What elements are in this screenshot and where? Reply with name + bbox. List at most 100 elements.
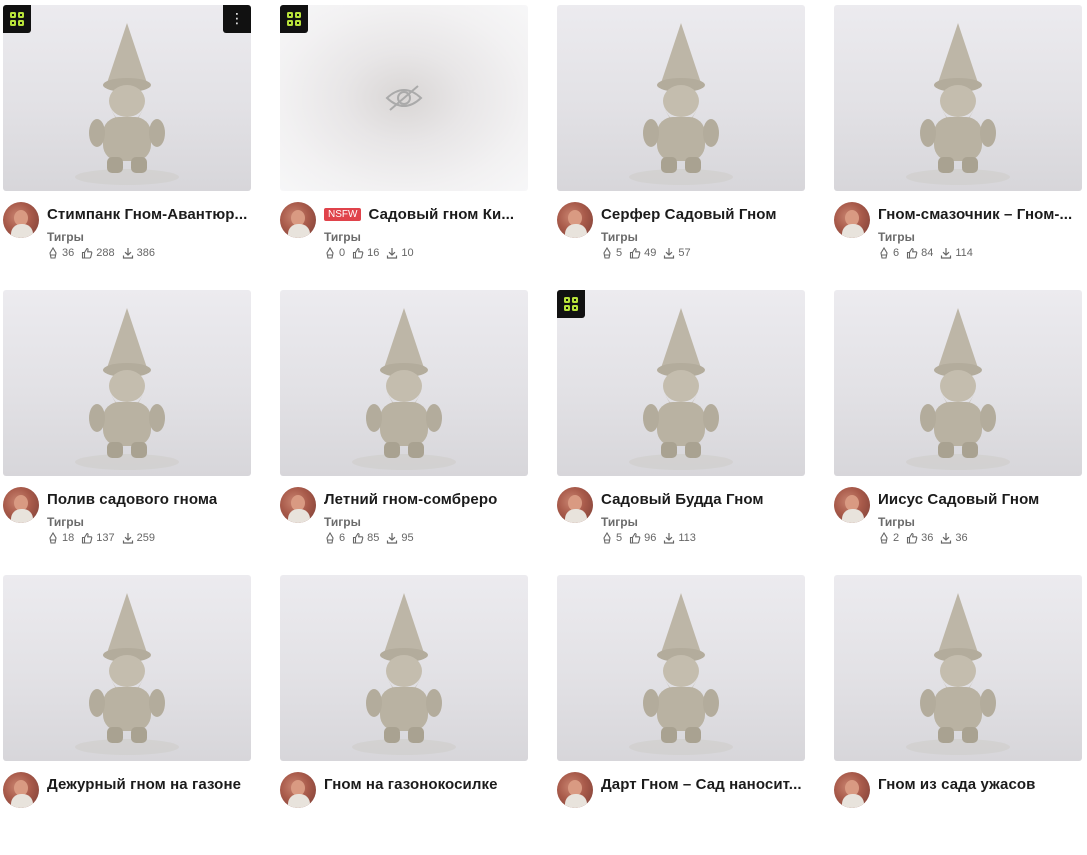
likes-stat[interactable]: 36 — [906, 532, 933, 544]
avatar[interactable] — [280, 202, 316, 238]
downloads-stat: 36 — [940, 532, 968, 544]
author-name[interactable]: Тигры — [47, 230, 84, 244]
model-title[interactable]: Иисус Садовый Гном — [878, 491, 1039, 508]
makes-count: 0 — [339, 247, 346, 259]
printable-badge-icon — [280, 5, 308, 33]
downloads-stat: 386 — [122, 247, 155, 259]
author-name[interactable]: Тигры — [324, 515, 361, 529]
avatar[interactable] — [3, 487, 39, 523]
model-thumbnail[interactable] — [834, 5, 1082, 191]
avatar[interactable] — [557, 772, 593, 808]
likes-count: 85 — [367, 532, 380, 544]
like-icon — [906, 247, 918, 259]
title-row[interactable]: Гном-смазочник – Гном-... — [878, 204, 1082, 224]
title-row[interactable]: Садовый Будда Гном — [601, 489, 805, 509]
avatar[interactable] — [3, 202, 39, 238]
makes-stat: 5 — [601, 247, 622, 259]
model-title[interactable]: Гном-смазочник – Гном-... — [878, 206, 1072, 223]
model-card[interactable]: Летний гном-сомбреро Тигры 6 85 95 — [280, 290, 528, 570]
model-card[interactable]: Полив садового гнома Тигры 18 137 259 — [3, 290, 251, 570]
title-row[interactable]: Летний гном-сомбреро — [324, 489, 528, 509]
model-thumbnail[interactable] — [280, 575, 528, 761]
title-row[interactable]: Полив садового гнома — [47, 489, 251, 509]
model-title[interactable]: Дежурный гном на газоне — [47, 776, 241, 793]
downloads-count: 36 — [955, 532, 968, 544]
model-title[interactable]: Стимпанк Гном-Авантюр... — [47, 206, 247, 223]
model-card[interactable]: Гном-смазочник – Гном-... Тигры 6 84 114 — [834, 5, 1082, 285]
model-title[interactable]: Полив садового гнома — [47, 491, 217, 508]
model-thumbnail[interactable] — [557, 5, 805, 191]
title-row[interactable]: NSFW Садовый гном Ки... — [324, 204, 528, 224]
download-icon — [940, 247, 952, 259]
model-card[interactable]: ⋮ Стимпанк Гном-Авантюр... Тигры 36 288 386 — [3, 5, 251, 285]
makes-stat: 6 — [324, 532, 345, 544]
model-card[interactable]: Иисус Садовый Гном Тигры 2 36 36 — [834, 290, 1082, 570]
like-icon — [352, 532, 364, 544]
model-thumbnail[interactable] — [280, 290, 528, 476]
model-title[interactable]: Серфер Садовый Гном — [601, 206, 777, 223]
likes-stat[interactable]: 137 — [81, 532, 115, 544]
title-row[interactable]: Гном из сада ужасов — [878, 774, 1082, 794]
avatar[interactable] — [557, 487, 593, 523]
title-row[interactable]: Стимпанк Гном-Авантюр... — [47, 204, 251, 224]
author-name[interactable]: Тигры — [601, 515, 638, 529]
makes-icon — [601, 532, 613, 544]
downloads-count: 10 — [401, 247, 414, 259]
avatar[interactable] — [3, 772, 39, 808]
avatar[interactable] — [834, 202, 870, 238]
likes-count: 288 — [96, 247, 115, 259]
model-thumbnail[interactable] — [280, 5, 528, 191]
hidden-eye-icon — [385, 83, 423, 118]
model-card[interactable]: Дарт Гном – Сад наносит... — [557, 575, 805, 855]
model-card[interactable]: Серфер Садовый Гном Тигры 5 49 57 — [557, 5, 805, 285]
author-name[interactable]: Тигры — [601, 230, 638, 244]
model-title[interactable]: Дарт Гном – Сад наносит... — [601, 776, 802, 793]
model-thumbnail[interactable] — [557, 575, 805, 761]
model-grid: ⋮ Стимпанк Гном-Авантюр... Тигры 36 288 386 NS… — [0, 0, 1087, 808]
avatar[interactable] — [280, 487, 316, 523]
likes-stat[interactable]: 288 — [81, 247, 115, 259]
title-row[interactable]: Иисус Садовый Гном — [878, 489, 1082, 509]
likes-count: 36 — [921, 532, 934, 544]
author-name[interactable]: Тигры — [878, 515, 915, 529]
likes-stat[interactable]: 84 — [906, 247, 933, 259]
author-name[interactable]: Тигры — [324, 230, 361, 244]
model-thumbnail[interactable]: ⋮ — [3, 5, 251, 191]
model-card[interactable]: Гном из сада ужасов — [834, 575, 1082, 855]
model-title[interactable]: Летний гном-сомбреро — [324, 491, 497, 508]
model-thumbnail[interactable] — [834, 575, 1082, 761]
model-thumbnail[interactable] — [834, 290, 1082, 476]
title-row[interactable]: Гном на газонокосилке — [324, 774, 528, 794]
makes-count: 36 — [62, 247, 75, 259]
more-options-button[interactable]: ⋮ — [223, 5, 251, 33]
title-row[interactable]: Дарт Гном – Сад наносит... — [601, 774, 805, 794]
model-card[interactable]: Гном на газонокосилке — [280, 575, 528, 855]
title-row[interactable]: Серфер Садовый Гном — [601, 204, 805, 224]
avatar[interactable] — [280, 772, 316, 808]
likes-stat[interactable]: 96 — [629, 532, 656, 544]
author-name[interactable]: Тигры — [878, 230, 915, 244]
printable-badge-icon — [557, 290, 585, 318]
stats-row: 5 49 57 — [601, 247, 694, 259]
model-title[interactable]: Гном из сада ужасов — [878, 776, 1035, 793]
model-title[interactable]: Гном на газонокосилке — [324, 776, 498, 793]
model-card[interactable]: NSFW Садовый гном Ки... Тигры 0 16 10 — [280, 5, 528, 285]
model-thumbnail[interactable] — [3, 290, 251, 476]
avatar[interactable] — [834, 487, 870, 523]
model-title[interactable]: Садовый гном Ки... — [368, 206, 514, 223]
likes-stat[interactable]: 85 — [352, 532, 379, 544]
downloads-stat: 10 — [386, 247, 414, 259]
avatar[interactable] — [557, 202, 593, 238]
avatar[interactable] — [834, 772, 870, 808]
model-thumbnail[interactable] — [557, 290, 805, 476]
makes-icon — [601, 247, 613, 259]
author-name[interactable]: Тигры — [47, 515, 84, 529]
model-card[interactable]: Дежурный гном на газоне — [3, 575, 251, 855]
model-title[interactable]: Садовый Будда Гном — [601, 491, 764, 508]
likes-stat[interactable]: 16 — [352, 247, 379, 259]
likes-stat[interactable]: 49 — [629, 247, 656, 259]
title-row[interactable]: Дежурный гном на газоне — [47, 774, 251, 794]
model-thumbnail[interactable] — [3, 575, 251, 761]
model-card[interactable]: Садовый Будда Гном Тигры 5 96 113 — [557, 290, 805, 570]
like-icon — [906, 532, 918, 544]
